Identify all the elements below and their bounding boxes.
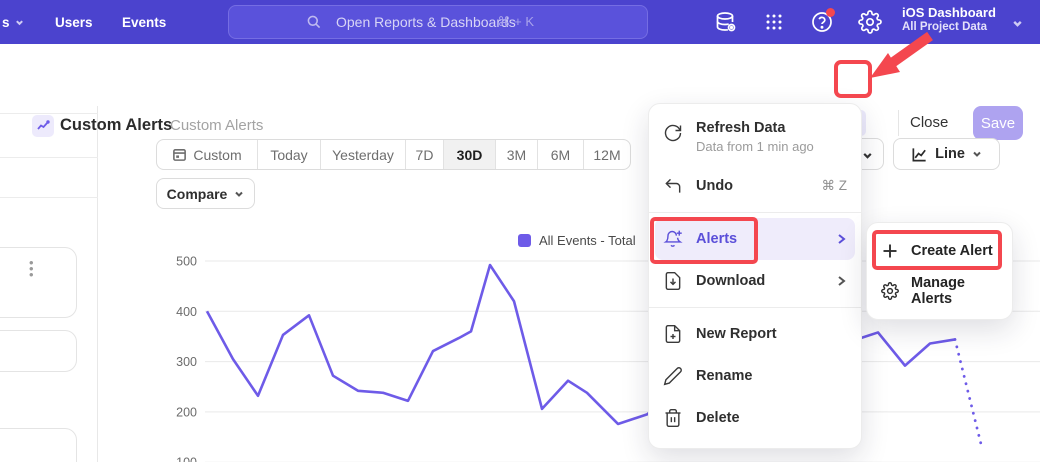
menu-item-label: Undo <box>696 178 733 194</box>
legend-swatch <box>518 234 531 247</box>
date-range-12m[interactable]: 12M <box>584 140 630 169</box>
menu-item-subtitle: Data from 1 min ago <box>696 139 814 154</box>
chart-type-label: Line <box>935 146 965 162</box>
submenu-item-create-alert[interactable]: Create Alert <box>867 231 1012 271</box>
chevron-right-icon <box>835 275 847 287</box>
chevron-down-icon <box>234 189 244 199</box>
date-range-control: Custom Today Yesterday 7D 30D 3M 6M 12M <box>156 139 631 170</box>
compare-button[interactable]: Compare <box>156 178 255 209</box>
save-button[interactable]: Save <box>973 106 1023 140</box>
date-range-today[interactable]: Today <box>258 140 321 169</box>
menu-item-label: Rename <box>696 368 752 384</box>
chevron-down-icon <box>1012 18 1023 29</box>
trash-icon <box>663 408 683 428</box>
nav-item-events-label: Events <box>122 15 166 30</box>
menu-divider <box>649 212 861 213</box>
submenu-item-label: Create Alert <box>911 243 993 259</box>
more-options-menu: Refresh Data Data from 1 min ago Undo ⌘ … <box>648 103 862 449</box>
date-range-3m[interactable]: 3M <box>496 140 538 169</box>
menu-divider <box>649 307 861 308</box>
date-range-label: 7D <box>416 147 434 163</box>
date-range-label: Yesterday <box>332 147 394 163</box>
nav-item-users[interactable]: Users <box>55 0 93 44</box>
chart-y-tick-label: 200 <box>176 405 197 419</box>
menu-item-download[interactable]: Download <box>649 260 861 302</box>
date-range-label: 6M <box>551 147 570 163</box>
new-report-icon <box>663 324 683 344</box>
menu-item-refresh-data[interactable]: Refresh Data Data from 1 min ago <box>649 113 861 165</box>
nav-item-truncated[interactable]: s <box>2 0 24 44</box>
menu-item-undo[interactable]: Undo ⌘ Z <box>649 165 861 207</box>
date-range-30d[interactable]: 30D <box>444 140 496 169</box>
menu-item-rename[interactable]: Rename <box>649 355 861 397</box>
compare-label: Compare <box>167 186 228 202</box>
plus-icon <box>881 242 899 260</box>
menu-item-alerts[interactable]: Alerts <box>655 218 855 260</box>
submenu-item-label: Manage Alerts <box>911 275 998 307</box>
submenu-item-manage-alerts[interactable]: Manage Alerts <box>867 271 1012 311</box>
download-icon <box>663 271 683 291</box>
gear-icon[interactable] <box>858 10 882 34</box>
calendar-icon <box>172 147 187 162</box>
menu-item-label: Delete <box>696 410 740 426</box>
chart-y-tick-label: 300 <box>176 355 197 369</box>
pencil-icon <box>663 366 683 386</box>
date-range-yesterday[interactable]: Yesterday <box>321 140 406 169</box>
notification-badge <box>826 8 835 17</box>
nav-item-events[interactable]: Events <box>122 0 166 44</box>
line-chart-icon <box>911 146 928 163</box>
header-divider <box>898 110 899 136</box>
data-icon[interactable] <box>714 10 738 34</box>
bell-plus-icon <box>663 229 683 249</box>
report-chart-icon <box>32 115 54 137</box>
menu-item-new-report[interactable]: New Report <box>649 313 861 355</box>
legend-label: All Events - Total <box>539 233 636 248</box>
chart-legend: All Events - Total <box>518 233 636 248</box>
close-button[interactable]: Close <box>910 114 948 131</box>
search-icon <box>306 14 322 30</box>
chevron-right-icon <box>835 233 847 245</box>
chevron-down-icon <box>862 150 873 161</box>
menu-item-delete[interactable]: Delete <box>649 397 861 439</box>
top-navbar: s Users Events Open Reports & Dashboards… <box>0 0 1040 44</box>
global-search-input[interactable]: Open Reports & Dashboards ⌘ + K <box>228 5 648 39</box>
menu-item-label: Alerts <box>696 231 737 247</box>
gear-icon <box>881 282 899 300</box>
undo-icon <box>663 176 683 196</box>
alerts-submenu: Create Alert Manage Alerts <box>866 222 1013 320</box>
chart-line-projection <box>955 339 982 448</box>
page-title: Custom Alerts <box>60 116 172 135</box>
search-shortcut: ⌘ + K <box>498 14 535 30</box>
app-window: 500400300200100 All Events - Total ••• s… <box>0 0 1040 462</box>
chevron-down-icon <box>15 18 24 27</box>
refresh-icon <box>663 123 683 143</box>
date-range-7d[interactable]: 7D <box>406 140 444 169</box>
chart-y-tick-label: 400 <box>176 305 197 319</box>
menu-item-shortcut: ⌘ Z <box>822 178 848 194</box>
menu-item-label: Refresh Data <box>696 120 814 136</box>
chart-type-button[interactable]: Line <box>893 138 1000 170</box>
date-range-label: 12M <box>593 147 620 163</box>
apps-grid-icon[interactable] <box>762 10 786 34</box>
date-range-label: Today <box>270 147 307 163</box>
date-range-6m[interactable]: 6M <box>538 140 584 169</box>
menu-item-label: New Report <box>696 326 777 342</box>
chart-y-tick-label: 500 <box>176 255 197 269</box>
nav-item-users-label: Users <box>55 15 93 30</box>
menu-item-label: Download <box>696 273 765 289</box>
chart-y-tick-label: 100 <box>176 456 197 462</box>
chevron-down-icon <box>972 149 982 159</box>
date-range-label: 3M <box>507 147 526 163</box>
nav-item-truncated-label: s <box>2 15 10 30</box>
search-placeholder: Open Reports & Dashboards <box>336 14 516 30</box>
date-range-label: Custom <box>193 147 241 163</box>
date-range-custom[interactable]: Custom <box>157 140 258 169</box>
report-header: Custom Alerts Custom Alerts GV Duplicate… <box>0 44 1040 106</box>
breadcrumb: Custom Alerts <box>170 117 263 134</box>
date-range-label: 30D <box>457 147 483 163</box>
